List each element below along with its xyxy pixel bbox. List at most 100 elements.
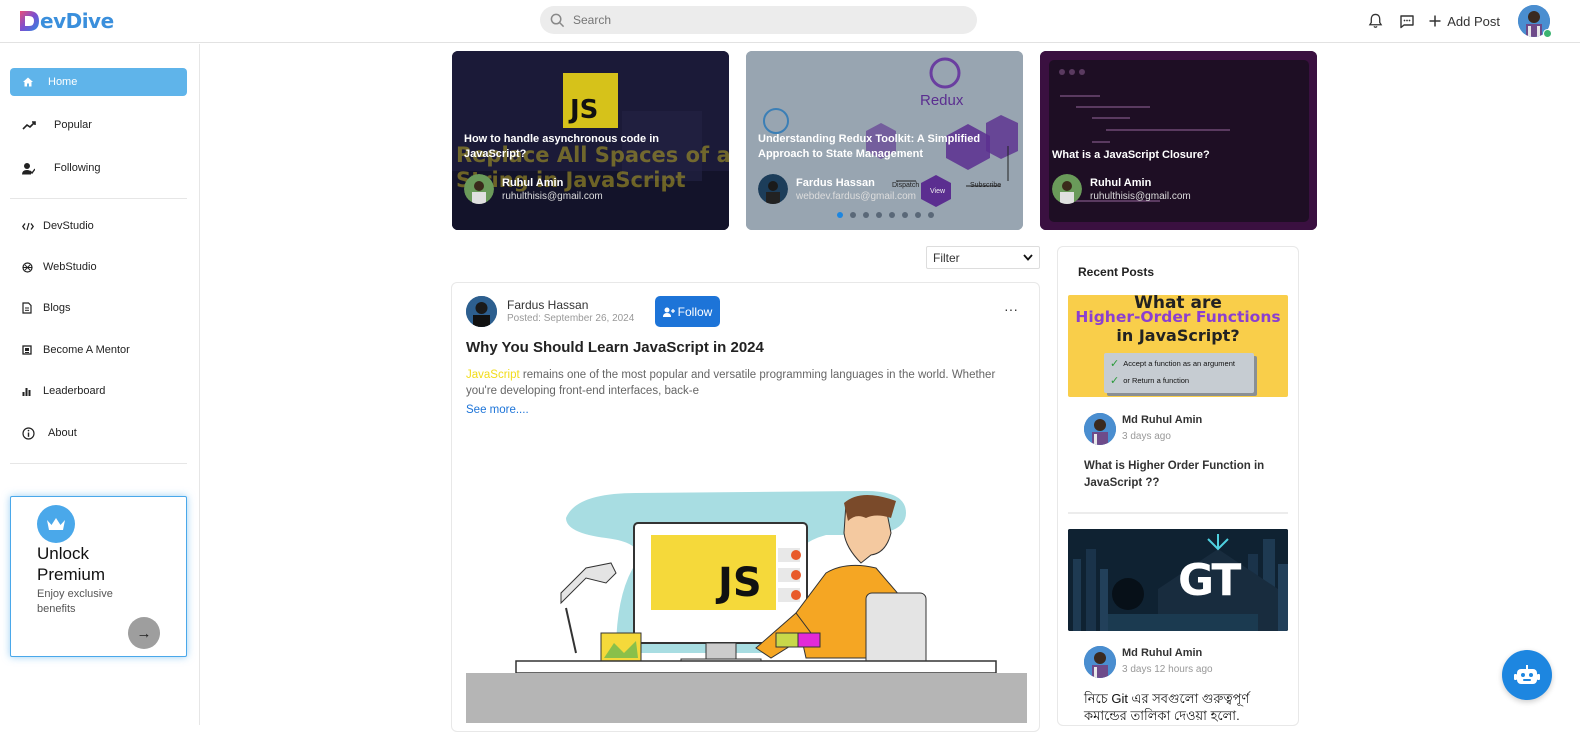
premium-title: Unlock Premium: [37, 544, 106, 584]
featured-author: Fardus Hassan webdev.fardus@gmail.com: [758, 174, 916, 204]
top-actions: Add Post: [1359, 4, 1552, 38]
logo-mark-icon: [20, 11, 39, 31]
sidebar-item-label: WebStudio: [43, 261, 97, 273]
carousel-dot[interactable]: [863, 212, 869, 218]
filter-select[interactable]: Filter: [926, 246, 1040, 269]
view-label: View: [930, 188, 946, 195]
recent-posts-heading: Recent Posts: [1078, 265, 1155, 279]
chatbot-button[interactable]: [1502, 650, 1552, 700]
author-avatar: [758, 174, 788, 204]
sidebar-item-blogs[interactable]: Blogs: [10, 294, 187, 322]
featured-author: Ruhul Amin ruhulthisis@gmail.com: [464, 174, 603, 204]
follow-button[interactable]: Follow: [655, 296, 720, 327]
premium-card[interactable]: Unlock Premium Enjoy exclusive benefits …: [10, 496, 187, 657]
sidebar-item-leaderboard[interactable]: Leaderboard: [10, 377, 187, 405]
online-status-dot: [1543, 29, 1552, 38]
top-bar: evDive Add Post: [0, 0, 1580, 43]
featured-author: Ruhul Amin ruhulthisis@gmail.com: [1052, 174, 1191, 204]
user-check-icon: [22, 162, 40, 175]
carousel-dot[interactable]: [876, 212, 882, 218]
more-options-button[interactable]: ···: [1004, 301, 1018, 317]
avatar-image: [1084, 646, 1116, 678]
recent-author-avatar[interactable]: [1084, 646, 1116, 678]
image-title-3: in JavaScript?: [1116, 326, 1240, 345]
recent-author-name[interactable]: Md Ruhul Amin: [1122, 414, 1202, 426]
recent-post-image-2[interactable]: GT: [1068, 529, 1288, 631]
notification-button[interactable]: [1359, 5, 1391, 37]
recent-post-title[interactable]: What is Higher Order Function in JavaScr…: [1084, 458, 1269, 492]
messages-button[interactable]: [1391, 5, 1423, 37]
follow-label: Follow: [677, 304, 713, 319]
user-plus-icon: [662, 307, 675, 317]
chevron-down-icon: [1023, 254, 1033, 261]
post-author-avatar[interactable]: [466, 296, 497, 327]
search-bar[interactable]: [540, 6, 977, 34]
sidebar-item-label: Home: [48, 76, 78, 88]
recent-author-name[interactable]: Md Ruhul Amin: [1122, 647, 1202, 659]
carousel-dot[interactable]: [915, 212, 921, 218]
author-email: ruhulthisis@gmail.com: [1090, 190, 1191, 202]
sidebar-item-label: Following: [54, 162, 101, 174]
author-email: webdev.fardus@gmail.com: [796, 190, 917, 202]
carousel-dot[interactable]: [837, 212, 843, 218]
image-title-2: Higher-Order Functions: [1075, 308, 1281, 326]
recent-post-divider: [1068, 512, 1288, 514]
image-checklist: ✓ Accept a function as an argument ✓ or Re…: [1104, 353, 1254, 393]
post-excerpt-text: remains one of the most popular and vers…: [466, 369, 996, 397]
recent-author-avatar[interactable]: [1084, 413, 1116, 445]
featured-title: How to handle asynchronous code in JavaS…: [464, 133, 659, 160]
crown-icon: [37, 505, 75, 543]
carousel-dot[interactable]: [928, 212, 934, 218]
plus-icon: [1429, 15, 1441, 27]
sidebar-item-following[interactable]: Following: [10, 154, 187, 182]
recent-posts-panel: Recent Posts What are Higher-Order Funct…: [1057, 246, 1299, 726]
see-more-link[interactable]: See more....: [466, 404, 529, 416]
post-card: Fardus Hassan Posted: September 26, 2024…: [451, 282, 1040, 732]
post-title[interactable]: Why You Should Learn JavaScript in 2024: [466, 339, 764, 356]
recent-post-image-1[interactable]: What are Higher-Order Functions in JavaS…: [1068, 295, 1288, 397]
premium-arrow-button[interactable]: →: [128, 617, 160, 649]
home-icon: [22, 76, 40, 88]
robot-icon: [1514, 665, 1540, 684]
check-item-2: or Return a function: [1123, 376, 1190, 385]
sidebar-item-webstudio[interactable]: WebStudio: [10, 253, 187, 281]
author-name: Ruhul Amin: [1090, 176, 1152, 189]
bar-chart-icon: [22, 387, 35, 396]
web-icon: [22, 261, 35, 273]
post-illustration: JS: [466, 473, 1027, 723]
sidebar: Home Popular Following DevStudio WebStud…: [0, 44, 200, 725]
sidebar-item-devstudio[interactable]: DevStudio: [10, 212, 187, 240]
recent-post-title[interactable]: নিচে Git এর সবগুলো গুরুত্বপূর্ণ কমান্ডের…: [1084, 690, 1269, 724]
carousel-dot[interactable]: [902, 212, 908, 218]
post-author-name[interactable]: Fardus Hassan: [507, 298, 588, 312]
sidebar-divider: [10, 198, 187, 199]
carousel-dot[interactable]: [889, 212, 895, 218]
logo[interactable]: evDive: [18, 8, 114, 34]
sidebar-item-become-a-mentor[interactable]: Become A Mentor: [10, 336, 187, 364]
add-post-label: Add Post: [1447, 13, 1500, 29]
carousel-dots: [837, 212, 934, 218]
check-item-1: Accept a function as an argument: [1123, 359, 1235, 368]
sidebar-item-popular[interactable]: Popular: [10, 111, 187, 139]
sidebar-item-about[interactable]: About: [10, 419, 187, 447]
user-avatar[interactable]: [1518, 5, 1552, 38]
sidebar-divider: [10, 463, 187, 464]
add-post-button[interactable]: Add Post: [1429, 14, 1500, 29]
post-date: Posted: September 26, 2024: [507, 313, 635, 324]
featured-card-3[interactable]: What is a JavaScript Closure? Ruhul Amin…: [1040, 51, 1317, 230]
carousel-dot[interactable]: [850, 212, 856, 218]
bell-icon: [1368, 13, 1383, 28]
featured-title: What is a JavaScript Closure?: [1052, 149, 1210, 161]
recent-post-time: 3 days 12 hours ago: [1122, 664, 1213, 675]
search-input[interactable]: [573, 13, 953, 27]
post-excerpt: JavaScript remains one of the most popul…: [466, 367, 1026, 399]
check-icon: ✓: [1110, 375, 1120, 387]
sidebar-item-home[interactable]: Home: [10, 68, 187, 96]
arrow-right-icon: →: [136, 624, 152, 642]
featured-card-1[interactable]: JS Replace All Spaces of a String in Jav…: [452, 51, 729, 230]
filter-label: Filter: [933, 250, 960, 265]
sidebar-item-label: DevStudio: [43, 220, 94, 232]
author-avatar: [1052, 174, 1082, 204]
sidebar-item-label: Popular: [54, 119, 92, 131]
featured-card-2[interactable]: Redux Dispatch Subscribe View Understand…: [746, 51, 1023, 230]
